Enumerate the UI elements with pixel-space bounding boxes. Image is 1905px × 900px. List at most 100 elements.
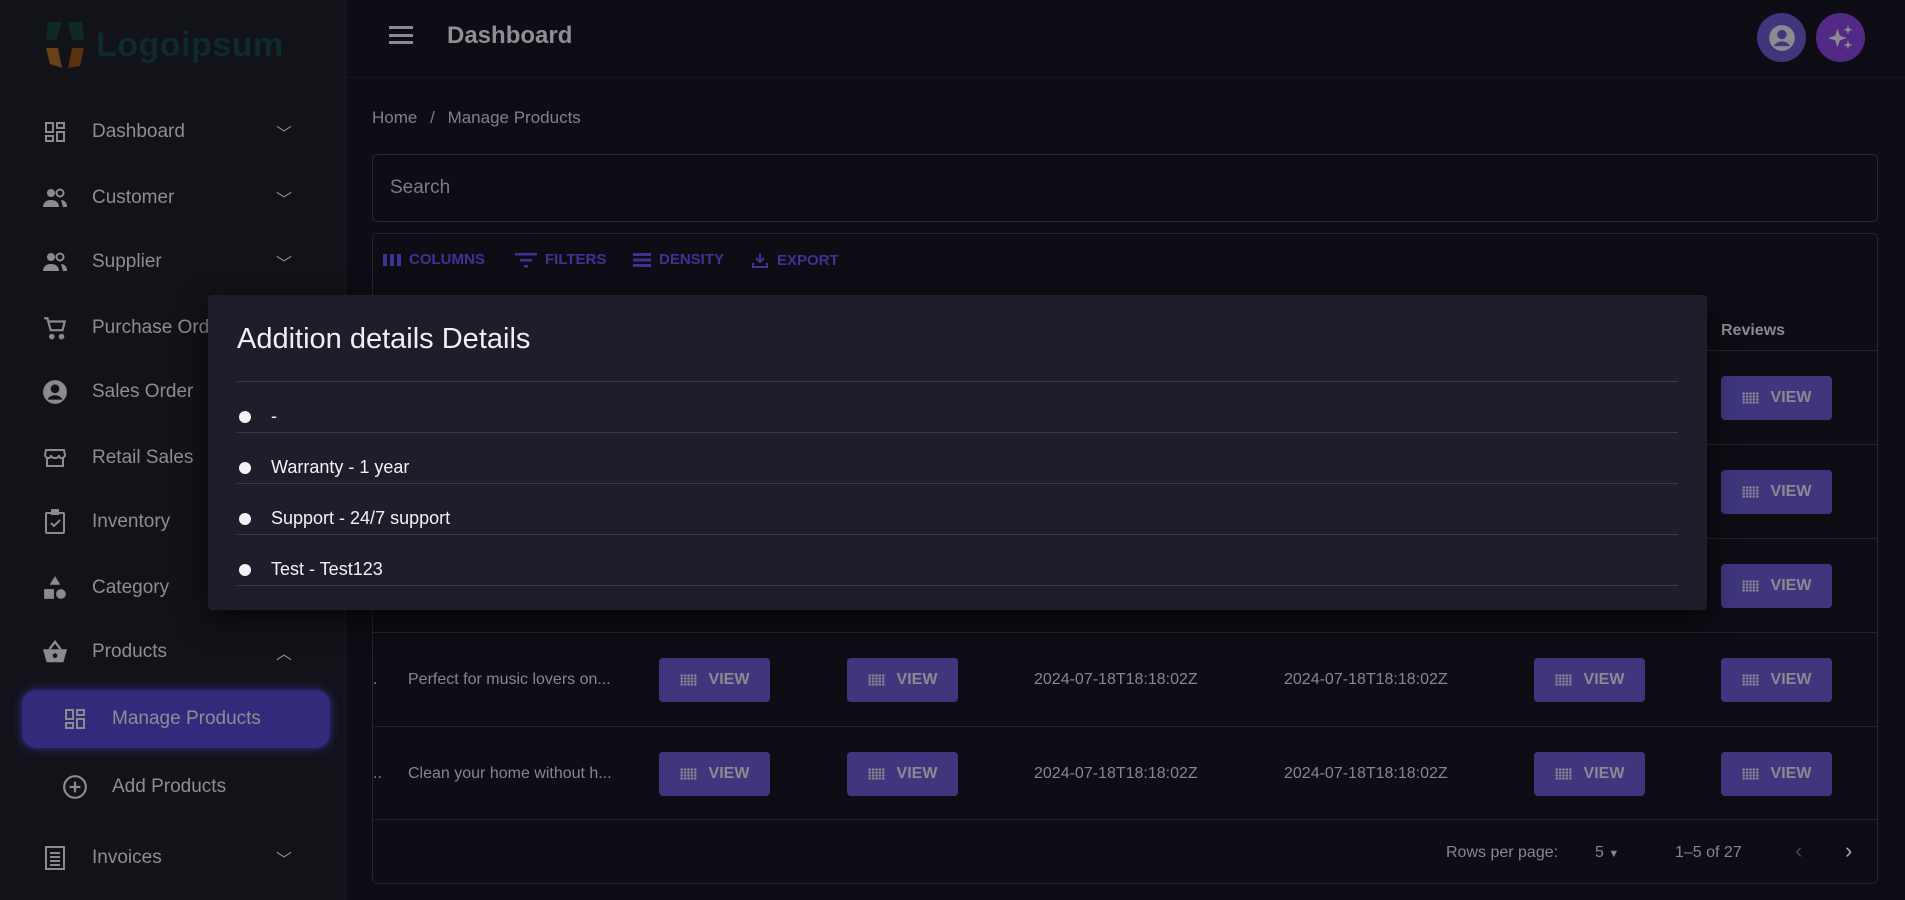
logo-text: Logoipsum	[96, 25, 284, 64]
sidebar-item-label: Purchase Order	[92, 317, 227, 338]
clipboard-check-icon	[42, 509, 68, 535]
sidebar-item-invoices[interactable]: Invoices ﹀	[42, 833, 312, 883]
user-avatar-button[interactable]	[1757, 13, 1806, 62]
view-label: VIEW	[708, 765, 750, 782]
detail-list-item: Support - 24/7 support	[237, 508, 450, 529]
table-row[interactable]: ... Clean your home without h... VIEW VIEW 2…	[373, 726, 1877, 820]
caret-down-icon: ▼	[1608, 848, 1620, 860]
description-cell: Perfect for music lovers on...	[408, 671, 611, 688]
bullet-icon	[239, 512, 251, 525]
view-label: VIEW	[708, 671, 750, 688]
grid-icon	[1741, 392, 1759, 404]
sidebar-item-label: Dashboard	[92, 121, 185, 142]
view-button[interactable]: VIEW	[1721, 564, 1832, 608]
sidebar-item-customer[interactable]: Customer ﹀	[42, 173, 312, 223]
dashboard-icon	[42, 119, 68, 145]
description-cell: Clean your home without h...	[408, 765, 612, 782]
divider	[237, 432, 1678, 433]
view-label: VIEW	[896, 671, 938, 688]
sidebar-item-label: Products	[92, 641, 167, 662]
detail-text: Test - Test123	[271, 559, 383, 579]
view-label: VIEW	[1770, 577, 1812, 594]
page-range: 1–5 of 27	[1675, 844, 1742, 861]
created-at-cell: 2024-07-18T18:18:02Z	[1034, 765, 1198, 782]
view-button[interactable]: VIEW	[1721, 376, 1832, 420]
cart-icon	[42, 315, 68, 341]
view-button[interactable]: VIEW	[1721, 658, 1832, 702]
filters-button[interactable]: FILTERS	[515, 251, 606, 268]
updated-at-cell: 2024-07-18T18:18:02Z	[1284, 671, 1448, 688]
detail-text: Warranty - 1 year	[271, 457, 410, 477]
bullet-icon	[239, 461, 251, 474]
sidebar-item-manage-products[interactable]: Manage Products	[22, 690, 330, 748]
breadcrumb-home[interactable]: Home	[372, 108, 417, 127]
divider	[237, 585, 1678, 586]
store-icon	[42, 445, 68, 471]
column-header-reviews[interactable]: Reviews	[1721, 322, 1785, 340]
shapes-icon	[42, 575, 68, 601]
pagination: Rows per page: 5 ▼ 1–5 of 27 ‹ ›	[373, 819, 1877, 885]
grid-icon	[1554, 674, 1572, 686]
columns-button[interactable]: COLUMNS	[383, 251, 485, 268]
previous-page-button[interactable]: ‹	[1795, 838, 1802, 864]
sidebar-item-label: Retail Sales	[92, 447, 194, 468]
sidebar-item-dashboard[interactable]: Dashboard ﹀	[42, 107, 312, 157]
ai-assistant-button[interactable]	[1816, 13, 1865, 62]
export-label: EXPORT	[777, 251, 839, 269]
breadcrumb: Home / Manage Products	[372, 108, 581, 128]
table-row[interactable]: . Perfect for music lovers on... VIEW VIEW 2…	[373, 632, 1877, 726]
detail-list-item: -	[237, 406, 277, 427]
sidebar-item-label: Customer	[92, 187, 175, 208]
people-icon	[42, 185, 68, 211]
columns-icon	[383, 253, 401, 266]
view-label: VIEW	[1583, 671, 1625, 688]
view-button[interactable]: VIEW	[1534, 658, 1645, 702]
next-page-button[interactable]: ›	[1845, 838, 1852, 864]
rows-per-page-select[interactable]: 5 ▼	[1595, 844, 1619, 862]
account-circle-icon	[42, 379, 68, 405]
density-icon	[633, 252, 651, 267]
sidebar-item-label: Sales Order	[92, 381, 194, 402]
export-icon	[752, 253, 768, 268]
grid-icon	[1741, 674, 1759, 686]
rows-per-page-value: 5	[1595, 844, 1604, 861]
view-button[interactable]: VIEW	[1534, 752, 1645, 796]
logo-icon	[46, 22, 84, 68]
view-button[interactable]: VIEW	[847, 752, 958, 796]
view-button[interactable]: VIEW	[1721, 752, 1832, 796]
sidebar-item-add-products[interactable]: Add Products	[22, 758, 330, 816]
breadcrumb-separator: /	[430, 108, 435, 127]
view-button[interactable]: VIEW	[659, 752, 770, 796]
divider	[237, 534, 1678, 535]
grid-icon	[867, 768, 885, 780]
density-button[interactable]: DENSITY	[633, 251, 724, 268]
view-label: VIEW	[896, 765, 938, 782]
chevron-down-icon: ﹀	[275, 192, 292, 209]
density-label: DENSITY	[659, 251, 725, 268]
bullet-icon	[239, 563, 251, 576]
menu-icon[interactable]	[389, 26, 413, 44]
view-label: VIEW	[1770, 671, 1812, 688]
receipt-icon	[42, 845, 68, 871]
view-button[interactable]: VIEW	[659, 658, 770, 702]
detail-list-item: Test - Test123	[237, 559, 383, 580]
addition-details-dialog: Addition details Details - Warranty - 1 y…	[208, 295, 1707, 610]
sidebar-item-label: Category	[92, 577, 170, 598]
view-button[interactable]: VIEW	[847, 658, 958, 702]
dashboard-icon	[62, 706, 88, 732]
app-header: Dashboard	[347, 0, 1905, 78]
sidebar-item-supplier[interactable]: Supplier ﹀	[42, 237, 312, 287]
account-icon	[1768, 24, 1795, 51]
grid-icon	[867, 674, 885, 686]
chevron-down-icon: ﹀	[275, 852, 292, 869]
view-button[interactable]: VIEW	[1721, 470, 1832, 514]
sidebar-item-label: Add Products	[112, 776, 227, 797]
search-input[interactable]: Search	[372, 154, 1878, 222]
filters-label: FILTERS	[545, 251, 607, 268]
export-button[interactable]: EXPORT	[751, 251, 839, 269]
grid-icon	[1741, 768, 1759, 780]
search-placeholder: Search	[390, 177, 451, 198]
divider	[237, 483, 1678, 484]
filter-icon	[515, 252, 537, 267]
sidebar-item-products[interactable]: Products ︿	[42, 627, 312, 677]
